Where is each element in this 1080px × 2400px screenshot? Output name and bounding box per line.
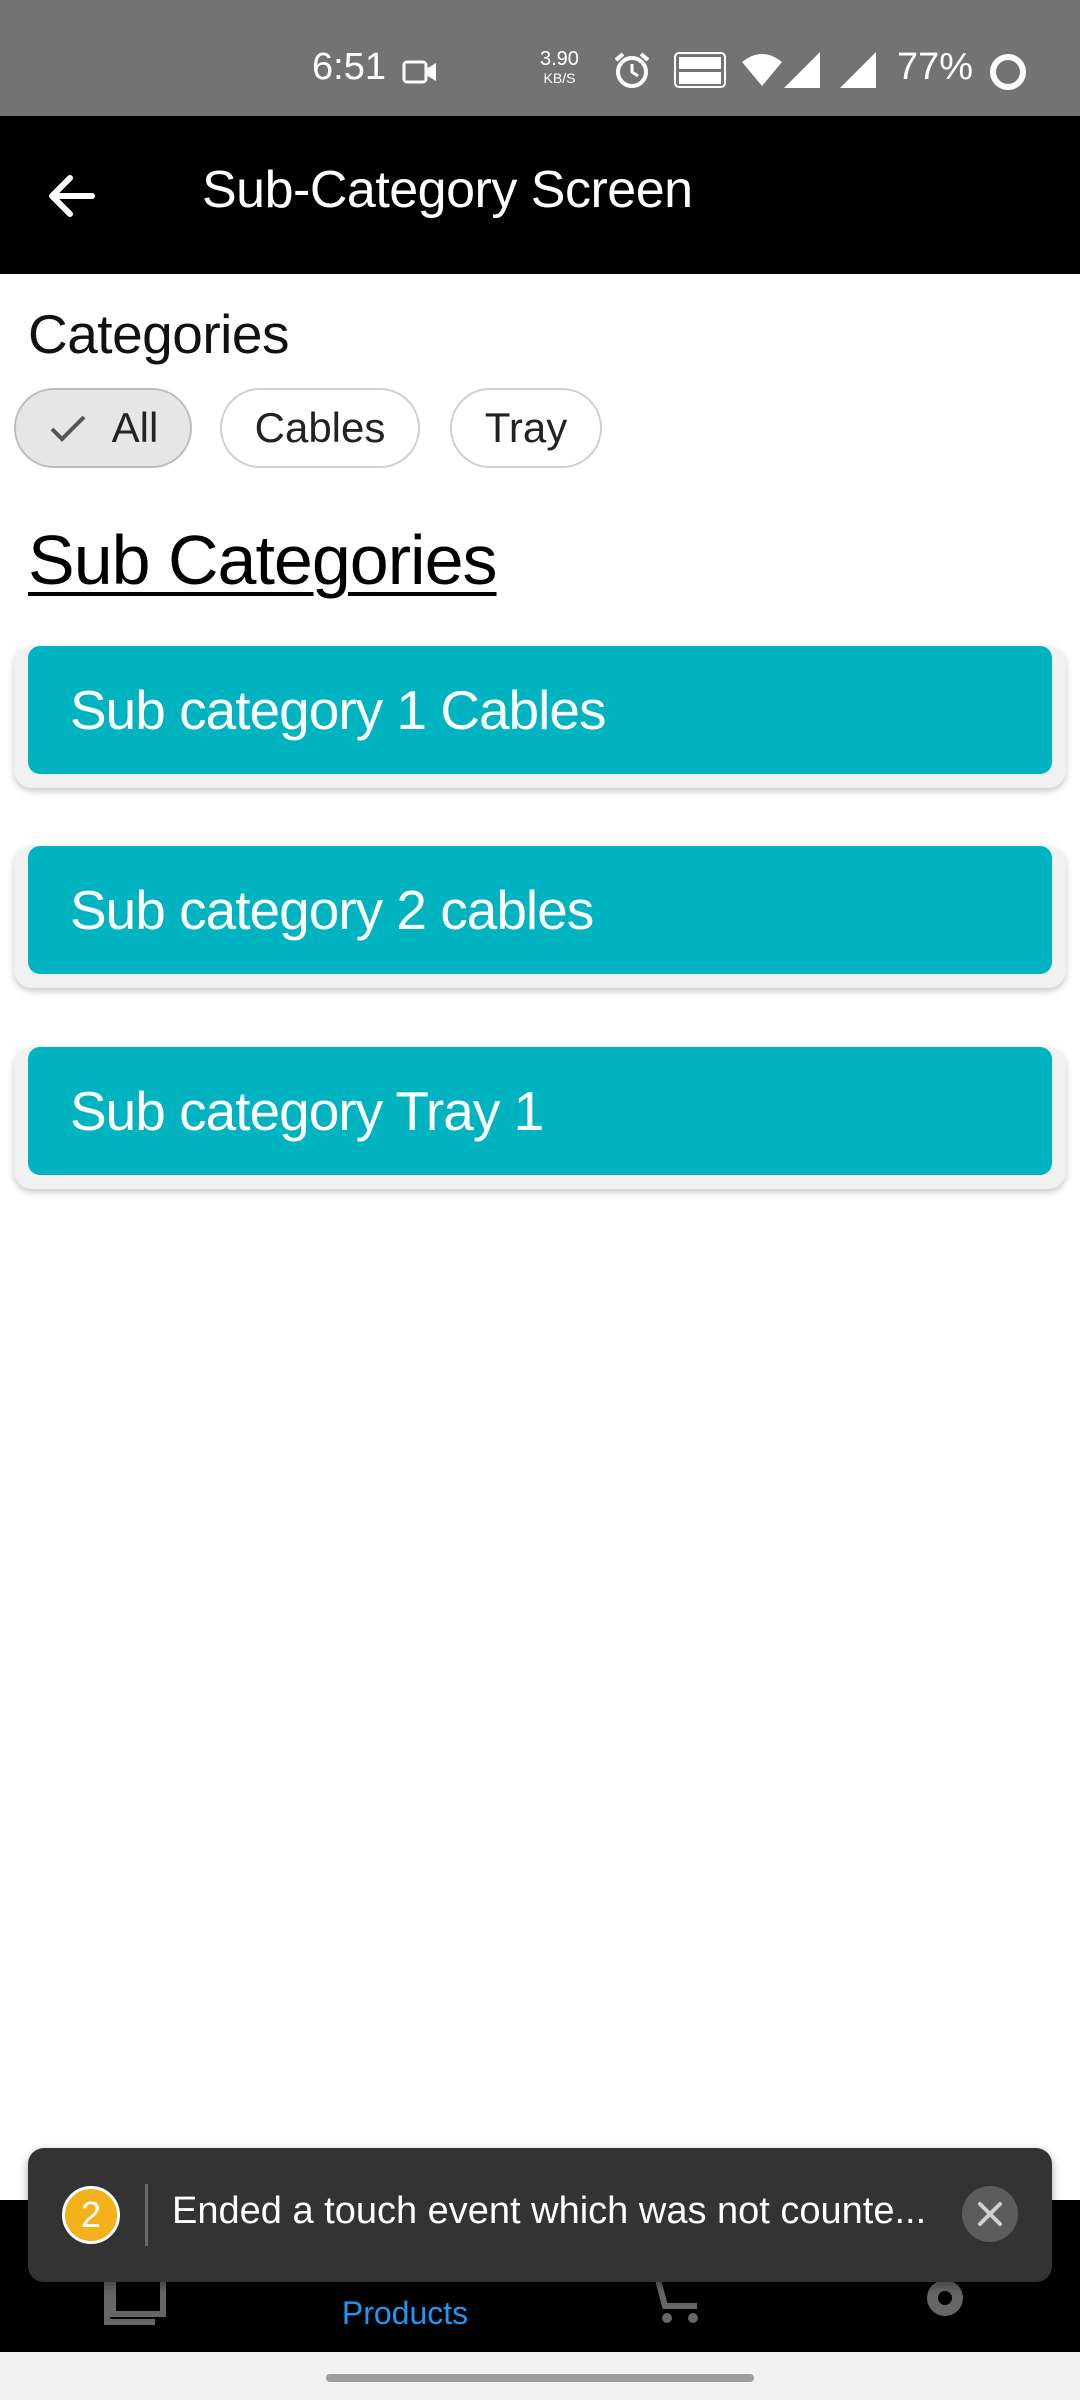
wifi-icon xyxy=(742,52,782,93)
check-icon xyxy=(48,413,88,443)
home-gesture-pill[interactable] xyxy=(326,2374,754,2382)
net-speed-value: 3.90 xyxy=(540,48,579,70)
sub-categories-heading: Sub Categories xyxy=(28,521,498,599)
signal-icon xyxy=(784,52,824,93)
chip-label: All xyxy=(111,404,159,451)
alarm-icon xyxy=(612,50,652,95)
volte-icon xyxy=(674,52,726,93)
chip-label: Cables xyxy=(254,404,386,451)
chip-label: Tray xyxy=(484,404,568,451)
sub-category-card[interactable]: Sub category 2 cables xyxy=(28,846,1052,974)
toast-message: Ended a touch event which was not counte… xyxy=(172,2190,927,2232)
arrow-left-icon xyxy=(49,175,95,217)
chip-all[interactable]: All xyxy=(14,388,192,468)
net-speed-unit: KB/S xyxy=(543,70,576,86)
list-item[interactable]: Sub category 2 cables xyxy=(14,846,1066,988)
close-icon xyxy=(978,2202,1002,2226)
categories-heading: Categories xyxy=(28,303,289,365)
sub-category-card[interactable]: Sub category 1 Cables xyxy=(28,646,1052,774)
battery-ring-icon xyxy=(988,52,1028,97)
status-time: 6:51 xyxy=(312,46,386,88)
chip-tray[interactable]: Tray xyxy=(450,388,602,468)
sub-category-card[interactable]: Sub category Tray 1 xyxy=(28,1047,1052,1175)
battery-percent: 77% xyxy=(897,46,974,88)
net-speed: 3.90 KB/S xyxy=(540,48,579,88)
gesture-area xyxy=(0,2352,1080,2400)
signal-icon xyxy=(840,52,880,93)
toast-count-badge: 2 xyxy=(62,2186,120,2244)
toast-divider xyxy=(145,2184,148,2246)
video-camera-icon xyxy=(402,58,438,91)
back-button[interactable] xyxy=(42,166,102,226)
app-bar: Sub-Category Screen xyxy=(0,116,1080,274)
list-item[interactable]: Sub category 1 Cables xyxy=(14,646,1066,788)
status-bar: 6:51 3.90 KB/S 77% xyxy=(0,0,1080,116)
toast-close-button[interactable] xyxy=(962,2186,1018,2242)
list-item[interactable]: Sub category Tray 1 xyxy=(14,1047,1066,1189)
toast-notification: 2 Ended a touch event which was not coun… xyxy=(28,2148,1052,2282)
chip-cables[interactable]: Cables xyxy=(220,388,420,468)
page-title: Sub-Category Screen xyxy=(202,161,693,219)
nav-label: Products xyxy=(341,2295,469,2331)
